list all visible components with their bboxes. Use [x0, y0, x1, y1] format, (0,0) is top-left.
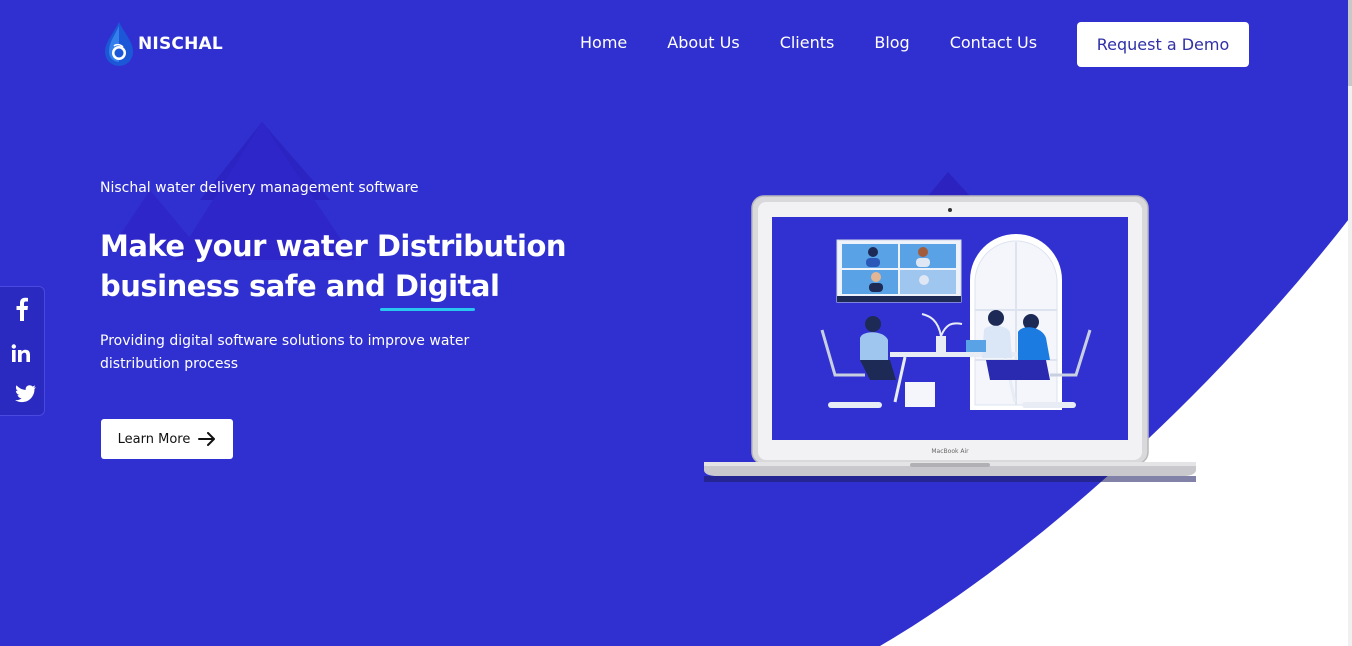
- brand-logo[interactable]: NISCHAL: [102, 20, 223, 68]
- nav-clients[interactable]: Clients: [780, 33, 835, 52]
- headline-underline: [380, 308, 475, 311]
- social-sidebar: [0, 286, 45, 416]
- nav-home[interactable]: Home: [580, 33, 627, 52]
- laptop-illustration: MacBook Air: [704, 195, 1196, 482]
- water-drop-logo-icon: [105, 22, 133, 66]
- headline-line-1: Make your water Distribution: [100, 229, 567, 263]
- page-scrollbar[interactable]: [1348, 0, 1352, 646]
- facebook-icon[interactable]: [10, 297, 34, 321]
- arrow-right-icon: [198, 432, 216, 446]
- brand-name: NISCHAL: [138, 34, 223, 54]
- hero-eyebrow: Nischal water delivery management softwa…: [100, 180, 419, 196]
- linkedin-icon[interactable]: [9, 341, 33, 365]
- nav-about-us[interactable]: About Us: [667, 33, 739, 52]
- twitter-icon[interactable]: [13, 382, 37, 406]
- headline-highlight: Digital: [394, 269, 500, 303]
- headline-line-2: business safe and: [100, 269, 395, 303]
- laptop-model-label: MacBook Air: [931, 448, 969, 455]
- hero-headline: Make your water Distribution business sa…: [100, 226, 580, 306]
- request-demo-button[interactable]: Request a Demo: [1077, 22, 1249, 67]
- nav-blog[interactable]: Blog: [874, 33, 909, 52]
- learn-more-button[interactable]: Learn More: [101, 419, 233, 459]
- main-nav: Home About Us Clients Blog Contact Us: [580, 33, 1037, 52]
- nav-contact-us[interactable]: Contact Us: [950, 33, 1037, 52]
- learn-more-label: Learn More: [117, 431, 191, 447]
- site-header: NISCHAL Home About Us Clients Blog Conta…: [0, 0, 1352, 90]
- hero-subtext: Providing digital software solutions to …: [100, 333, 470, 372]
